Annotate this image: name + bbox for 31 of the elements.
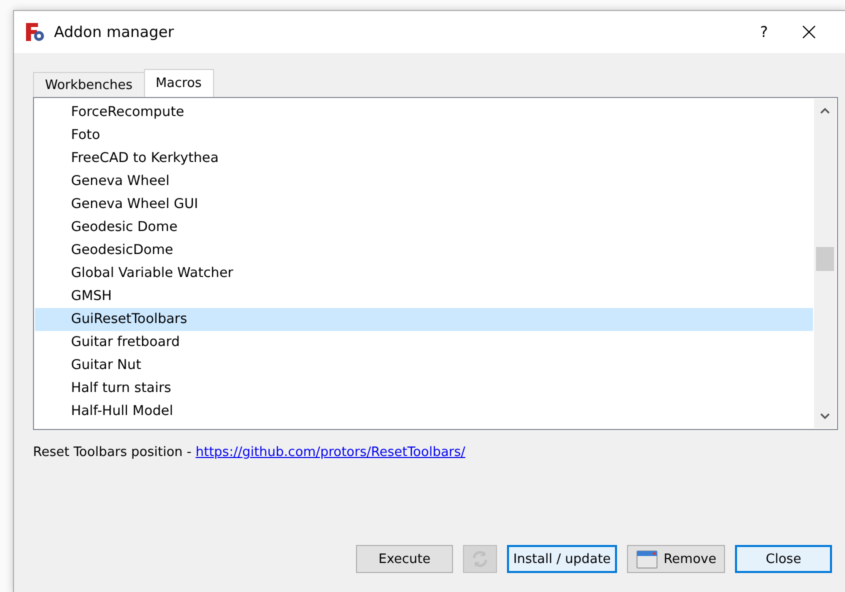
app-logo-icon (24, 21, 46, 43)
scroll-down-icon[interactable] (820, 413, 830, 420)
action-button[interactable]: Close (735, 545, 832, 573)
list-item[interactable]: Half turn stairs (35, 377, 813, 400)
list-item[interactable]: Half-Hull Model (35, 400, 813, 423)
tab[interactable]: Macros (144, 69, 214, 97)
remove-button[interactable]: Remove (627, 545, 725, 573)
list-item[interactable]: Geneva Wheel (35, 170, 813, 193)
scroll-thumb[interactable] (816, 247, 834, 271)
list-item[interactable]: Foto (35, 124, 813, 147)
list-item[interactable]: FreeCAD to Kerkythea (35, 147, 813, 170)
calendar-icon (636, 549, 658, 569)
list-item[interactable]: Geneva Wheel GUI (35, 193, 813, 216)
list-item[interactable]: Guitar Nut (35, 354, 813, 377)
list-item[interactable]: GuiResetToolbars (35, 308, 813, 331)
list-item[interactable]: GeodesicDome (35, 239, 813, 262)
repository-link[interactable]: https://github.com/protors/ResetToolbars/ (196, 445, 466, 460)
description-text: Reset Toolbars position - https://github.com/protors/ResetToolbars/ (33, 445, 466, 460)
action-button[interactable]: Execute (356, 545, 453, 573)
tab[interactable]: Workbenches (33, 72, 145, 97)
scrollbar[interactable] (813, 99, 836, 428)
list-item[interactable]: Guitar fretboard (35, 331, 813, 354)
scroll-up-icon[interactable] (820, 107, 830, 114)
list-item[interactable]: Global Variable Watcher (35, 262, 813, 285)
list-item[interactable]: ForceRecompute (35, 101, 813, 124)
close-icon[interactable] (802, 25, 816, 39)
action-button[interactable]: Install / update (507, 545, 617, 573)
help-button[interactable]: ? (734, 23, 794, 41)
list-item[interactable]: Geodesic Dome (35, 216, 813, 239)
window-title: Addon manager (54, 23, 175, 41)
list-item[interactable]: GMSH (35, 285, 813, 308)
